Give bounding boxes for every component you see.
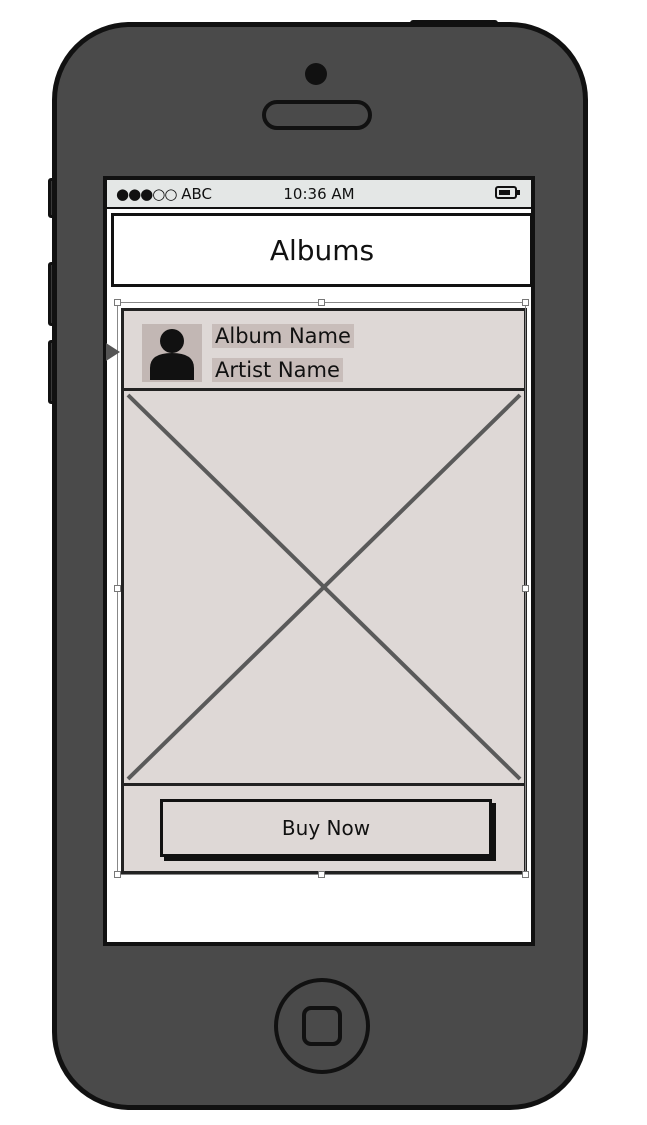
- status-time: 10:36 AM: [283, 185, 355, 203]
- home-square-icon: [302, 1006, 342, 1046]
- mouse-cursor-icon: [106, 343, 120, 361]
- home-button-icon[interactable]: [274, 978, 370, 1074]
- status-bar: ●●●○○ ABC 10:36 AM: [107, 180, 531, 209]
- album-card-header: Album Name Artist Name: [124, 311, 524, 391]
- speaker-grille: [262, 100, 372, 130]
- page-title: Albums: [269, 234, 375, 267]
- battery-icon: [495, 186, 520, 199]
- album-name: Album Name: [212, 324, 354, 348]
- phone-screen: ●●●○○ ABC 10:36 AM Albums Album Name Art…: [103, 176, 535, 946]
- buy-now-button[interactable]: Buy Now: [160, 799, 492, 857]
- camera-icon: [305, 63, 327, 85]
- album-card[interactable]: Album Name Artist Name Buy Now: [121, 308, 527, 874]
- person-icon: [142, 324, 202, 382]
- artist-name: Artist Name: [212, 358, 343, 382]
- image-placeholder-icon: [124, 391, 524, 786]
- navigation-bar: Albums: [111, 213, 531, 287]
